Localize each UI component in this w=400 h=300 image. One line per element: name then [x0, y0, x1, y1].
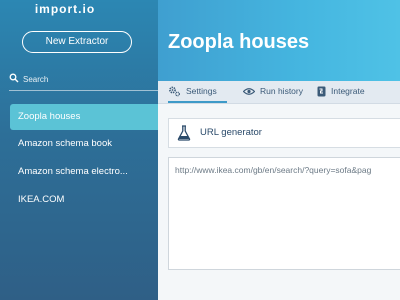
- sidebar-item-amazon-schema-electro[interactable]: Amazon schema electro...: [10, 159, 158, 185]
- tab-run-history-label: Run history: [260, 86, 303, 96]
- search-input[interactable]: [23, 72, 153, 86]
- new-extractor-button[interactable]: New Extractor: [22, 31, 132, 53]
- tab-integrate-label: Integrate: [331, 86, 365, 96]
- flask-icon: [177, 125, 191, 141]
- url-textarea[interactable]: http://www.ikea.com/gb/en/search/?query=…: [168, 157, 400, 270]
- tab-settings-label: Settings: [186, 86, 217, 96]
- main-content: URL generator http://www.ikea.com/gb/en/…: [158, 104, 400, 300]
- page-title: Zoopla houses: [168, 31, 310, 53]
- brand-logo: import.io: [34, 2, 96, 16]
- gear-icon: [169, 86, 180, 97]
- app-window: import.io New Extractor Zoopla houses Am…: [0, 0, 400, 300]
- sidebar-item-amazon-schema-book[interactable]: Amazon schema book: [10, 131, 158, 157]
- integrate-icon: [317, 86, 326, 97]
- url-text: http://www.ikea.com/gb/en/search/?query=…: [175, 165, 372, 175]
- eye-icon: [242, 88, 256, 96]
- sidebar-item-ikea[interactable]: IKEA.COM: [10, 187, 158, 213]
- sidebar: import.io New Extractor Zoopla houses Am…: [0, 0, 158, 300]
- search-bar: [9, 72, 158, 91]
- url-generator-card[interactable]: URL generator: [168, 118, 400, 148]
- url-generator-label: URL generator: [200, 127, 262, 138]
- tab-bar: Settings Run history Integrate: [158, 81, 400, 104]
- search-icon: [9, 73, 19, 83]
- tab-run-history[interactable]: Run history: [242, 81, 303, 103]
- tab-integrate[interactable]: Integrate: [317, 81, 365, 103]
- tab-settings[interactable]: Settings: [168, 81, 227, 103]
- sidebar-item-zoopla-houses[interactable]: Zoopla houses: [10, 104, 158, 130]
- page-header: Zoopla houses: [158, 0, 400, 81]
